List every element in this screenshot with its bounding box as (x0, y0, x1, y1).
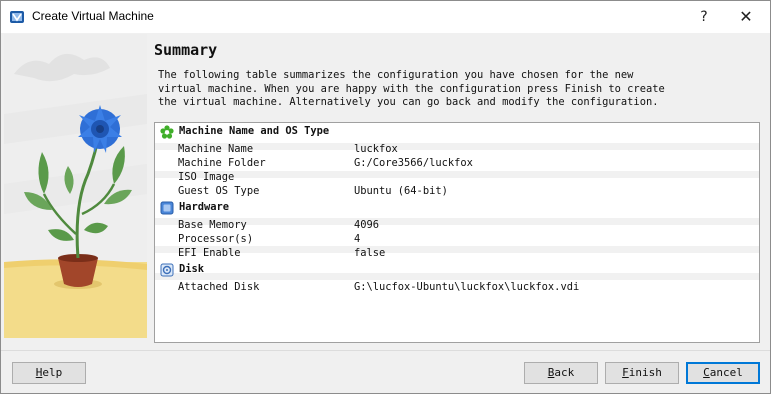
row-value-guest-os-type: Ubuntu (64-bit) (354, 185, 448, 197)
row-value-efi-enable: false (354, 247, 386, 259)
row-value-attached-disk: G:\lucfox-Ubuntu\luckfox\luckfox.vdi (354, 281, 580, 293)
finish-button[interactable]: Finish (605, 362, 679, 384)
wizard-content: luckfox Summary The following table summ… (1, 33, 770, 350)
title-bar: Create Virtual Machine ? ✕ (1, 1, 770, 33)
table-stripe (155, 246, 759, 253)
help-icon[interactable]: ? (693, 6, 715, 28)
back-button[interactable]: Back (524, 362, 598, 384)
row-key-attached-disk: Attached Disk (178, 281, 260, 293)
row-key-efi-enable: EFI Enable (178, 247, 241, 259)
green-asterisk-icon (160, 125, 174, 139)
cancel-button[interactable]: Cancel (686, 362, 760, 384)
help-button[interactable]: Help (12, 362, 86, 384)
chip-icon (160, 201, 174, 215)
row-value-machine-folder: G:/Core3566/luckfox (354, 157, 473, 169)
disk-icon (160, 263, 174, 277)
window-title: Create Virtual Machine (32, 9, 154, 23)
summary-description: The following table summarizes the confi… (158, 69, 665, 108)
row-value-processors: 4 (354, 233, 361, 245)
section-label: Disk (179, 263, 205, 275)
row-key-base-memory: Base Memory (178, 219, 247, 231)
page-title: Summary (154, 41, 218, 59)
row-value-machine-name: luckfox (354, 143, 398, 155)
table-stripe (155, 171, 759, 178)
close-icon[interactable]: ✕ (735, 6, 757, 28)
row-key-guest-os-type: Guest OS Type (178, 185, 260, 197)
virtualbox-icon (10, 11, 24, 23)
row-key-processors: Processor(s) (178, 233, 254, 245)
section-label: Hardware (179, 201, 230, 213)
table-stripe (155, 273, 759, 280)
row-key-machine-name: Machine Name (178, 143, 254, 155)
row-value-base-memory: 4096 (354, 219, 380, 231)
summary-table: Machine Name and OS Type Machine Name lu… (154, 122, 760, 343)
section-label: Machine Name and OS Type (179, 125, 330, 137)
row-key-machine-folder: Machine Folder (178, 157, 266, 169)
flower-illustration (4, 34, 147, 338)
button-bar: Help Back Finish Cancel (1, 350, 770, 393)
row-key-iso-image: ISO Image (178, 171, 235, 183)
create-vm-dialog: Create Virtual Machine ? ✕ Summary The f… (0, 0, 771, 394)
